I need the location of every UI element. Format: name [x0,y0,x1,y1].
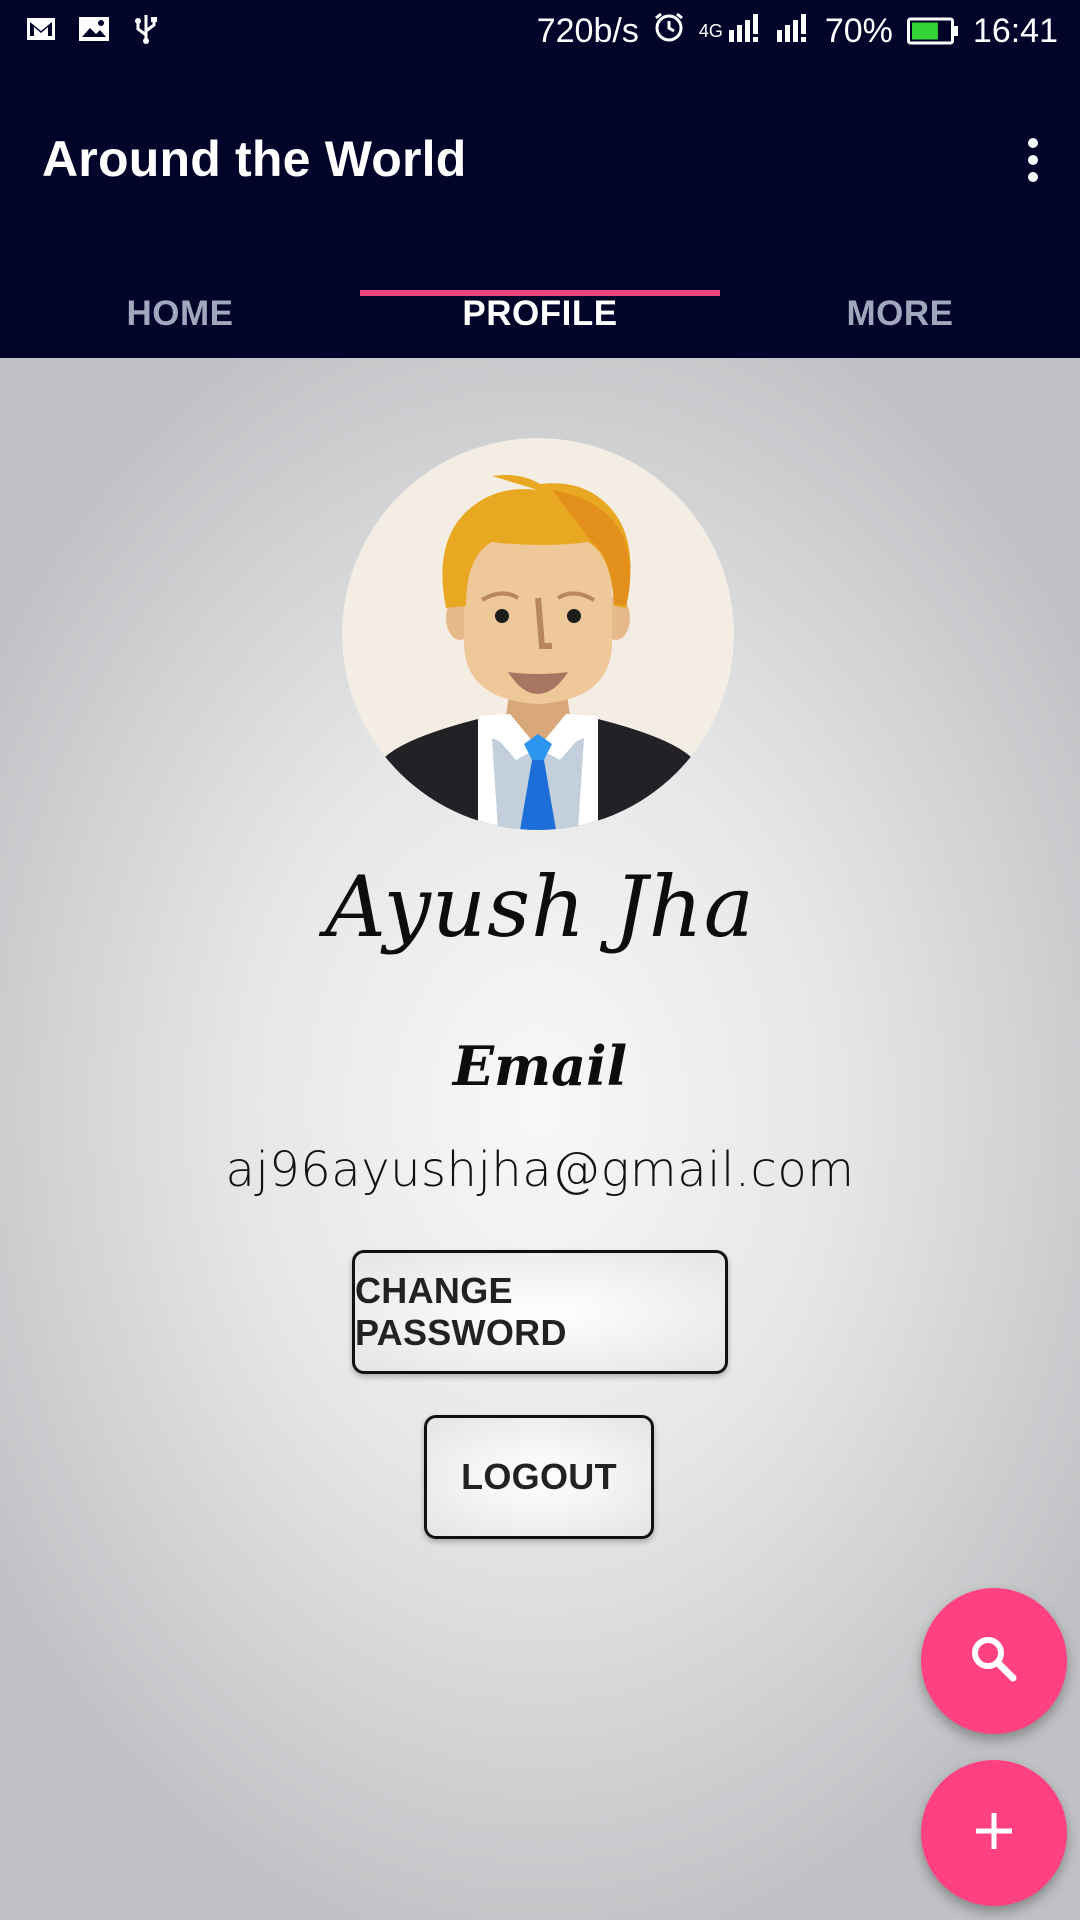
change-password-button[interactable]: CHANGE PASSWORD [352,1250,728,1374]
email-label: Email [452,1034,628,1098]
add-fab-button[interactable] [921,1760,1067,1906]
status-left-icons [26,13,160,50]
status-bar: 720b/s 4G 70% 16:41 [0,0,1080,62]
tab-home[interactable]: HOME [0,292,360,358]
signal-icon [776,12,811,51]
user-name: Ayush Jha [325,858,755,956]
battery-percent: 70% [824,11,893,50]
tab-more[interactable]: MORE [720,292,1080,358]
avatar [342,438,734,830]
email-value: aj96ayushjha@gmail.com [225,1142,855,1198]
image-icon [78,16,110,47]
search-fab-button[interactable] [921,1588,1067,1734]
profile-content: Ayush Jha Email aj96ayushjha@gmail.com C… [0,358,1080,1920]
app-bar: Around the World HOME PROFILE MORE [0,62,1080,358]
more-vert-icon[interactable] [1008,130,1058,190]
tab-bar: HOME PROFILE MORE [0,292,1080,358]
tab-indicator [360,290,720,296]
battery-icon [906,17,959,45]
signal-icon [728,12,763,51]
logout-button[interactable]: LOGOUT [424,1415,654,1539]
status-right: 720b/s 4G 70% 16:41 [537,11,1058,52]
app-title: Around the World [42,131,467,187]
search-icon [967,1632,1021,1691]
tab-profile[interactable]: PROFILE [360,292,720,358]
usb-icon [132,13,160,50]
network-speed: 720b/s [536,11,639,50]
alarm-icon [653,11,685,52]
add-icon [972,1809,1016,1858]
gmail-icon [26,16,56,47]
network-type: 4G [698,20,723,41]
clock: 16:41 [972,11,1058,50]
